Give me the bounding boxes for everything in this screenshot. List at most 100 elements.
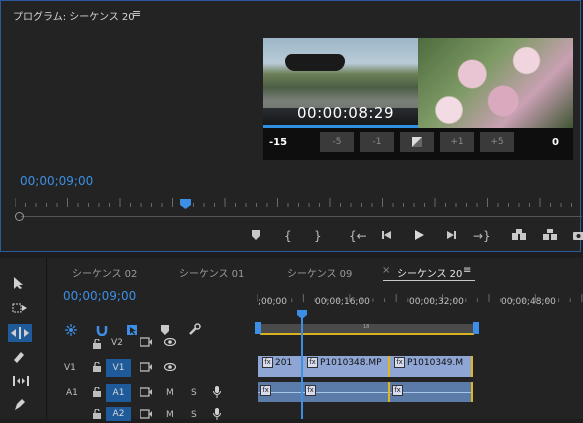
mark-out-button[interactable]: } [314, 229, 322, 243]
tab-sequence-09[interactable]: シーケンス 09 [287, 265, 352, 280]
tab-sequence-02[interactable]: シーケンス 02 [72, 265, 137, 280]
zoom-handle[interactable] [15, 212, 24, 221]
camera-icon [573, 232, 583, 240]
extract-button[interactable] [542, 229, 558, 244]
monitor-time-ruler[interactable] [15, 198, 582, 214]
work-area-start-handle[interactable] [255, 322, 261, 334]
mark-in-button[interactable]: { [284, 229, 292, 243]
apply-transition-button[interactable] [400, 132, 434, 152]
go-to-out-button[interactable]: →} [473, 229, 491, 243]
active-tab-underline [383, 280, 475, 281]
lift-button[interactable] [511, 229, 527, 244]
ripple-edit-tool[interactable] [8, 324, 32, 342]
track-a1-solo[interactable]: S [191, 388, 197, 398]
play-button[interactable] [413, 229, 425, 244]
track-a2-voiceover[interactable] [213, 408, 221, 423]
render-status-bar [260, 333, 474, 335]
timeline-playhead[interactable] [301, 313, 303, 419]
ruler-label-32: 00;00;32;00 [409, 297, 464, 307]
step-back-button[interactable] [381, 229, 393, 244]
v1-clip-3[interactable]: fx P1010349.M [390, 356, 473, 377]
nest-toggle-button[interactable] [65, 321, 77, 340]
pen-tool[interactable] [12, 398, 26, 416]
v1-clip-2[interactable]: fx P1010348.MP [303, 356, 390, 377]
zoom-scrollbar[interactable] [21, 216, 582, 217]
track-select-icon [12, 303, 27, 313]
track-a1-sync-lock[interactable] [139, 387, 152, 400]
mark-in-icon: { [284, 229, 292, 243]
trim-offset-right: 0 [552, 137, 559, 148]
tools-panel [0, 258, 47, 419]
track-v1-lock[interactable] [93, 361, 101, 375]
slip-tool[interactable] [12, 374, 30, 392]
video-preview: 00:00:08:29 -15 -5 -1 +1 +5 0 [263, 38, 573, 160]
go-to-out-icon: →} [473, 229, 491, 243]
track-a1-target[interactable]: A1 [106, 384, 131, 402]
track-v1-target[interactable]: V1 [106, 359, 131, 377]
track-v1-visibility[interactable] [163, 362, 177, 374]
tab-sequence-01[interactable]: シーケンス 01 [179, 265, 244, 280]
a1-clip-1[interactable]: fx [258, 382, 303, 402]
track-a1-voiceover[interactable] [213, 386, 221, 401]
track-a2-lock[interactable] [93, 408, 101, 422]
timeline-panel: シーケンス 02 シーケンス 01 シーケンス 09 × シーケンス 20 ≡ … [47, 258, 583, 422]
fx-badge: fx [392, 385, 403, 396]
add-marker-button[interactable] [251, 229, 261, 244]
monitor-title: プログラム: シーケンス 20 [13, 12, 135, 23]
microphone-icon [213, 408, 221, 420]
ruler-label-16: 00;00;16;00 [315, 297, 370, 307]
marker-icon [161, 325, 169, 335]
magnet-icon [96, 326, 108, 337]
lock-icon [93, 386, 101, 397]
timeline-timecode[interactable]: 00;00;09;00 [63, 289, 136, 303]
track-a2-sync-lock[interactable] [139, 409, 152, 422]
selection-tool[interactable] [12, 276, 24, 294]
track-v2-visibility[interactable] [163, 337, 177, 349]
playhead-timecode[interactable]: 00;00;09;00 [20, 174, 93, 188]
trim-minus1-button[interactable]: -1 [360, 132, 394, 152]
step-forward-button[interactable] [445, 229, 457, 244]
monitor-menu-icon[interactable]: ≡ [132, 7, 141, 20]
ripple-edit-icon [11, 327, 29, 339]
track-a1-lock[interactable] [93, 386, 101, 400]
razor-tool[interactable] [12, 350, 26, 368]
export-frame-button[interactable] [573, 229, 583, 244]
v1-clip-1[interactable]: fx 201 [258, 356, 303, 377]
tab-sequence-20[interactable]: シーケンス 20 [397, 265, 462, 280]
fx-badge: fx [262, 357, 273, 368]
track-v2-sync-lock[interactable] [139, 337, 152, 350]
go-to-in-button[interactable]: {← [349, 229, 367, 243]
wrench-icon [189, 323, 201, 335]
trim-minus5-button[interactable]: -5 [320, 132, 354, 152]
fx-badge: fx [305, 385, 316, 396]
snap-button[interactable] [96, 321, 108, 340]
work-area-bar[interactable]: 18 [260, 324, 474, 335]
lock-icon [93, 361, 101, 372]
slip-icon [13, 376, 29, 386]
track-v1-sync-lock[interactable] [139, 362, 152, 375]
tab-close-icon[interactable]: × [382, 265, 390, 276]
timeline-settings-button[interactable] [188, 321, 201, 340]
linked-selection-button[interactable] [126, 321, 138, 340]
track-a1-mute[interactable]: M [166, 388, 174, 398]
clip-label: P1010349.M [407, 358, 464, 368]
trim-plus1-button[interactable]: +1 [440, 132, 474, 152]
filmstrip-icon [139, 337, 152, 347]
a1-clip-3[interactable]: fx [390, 382, 473, 402]
trim-plus5-button[interactable]: +5 [480, 132, 514, 152]
microphone-icon [213, 386, 221, 398]
transition-icon [412, 137, 422, 147]
step-back-icon [382, 231, 391, 239]
incoming-clip-frame [418, 38, 573, 128]
clip-label: P1010348.MP [320, 358, 382, 368]
work-area-end-handle[interactable] [473, 322, 479, 334]
track-v2-lock[interactable] [93, 338, 101, 352]
pen-icon [15, 399, 25, 410]
eye-icon [163, 362, 177, 372]
clip-label: 201 [275, 358, 293, 368]
video-timecode: 00:00:08:29 [297, 104, 395, 122]
a1-clip-2[interactable]: fx [303, 382, 390, 402]
track-select-tool[interactable] [12, 302, 28, 318]
marker-icon [252, 230, 260, 240]
timeline-menu-icon[interactable]: ≡ [463, 265, 471, 276]
